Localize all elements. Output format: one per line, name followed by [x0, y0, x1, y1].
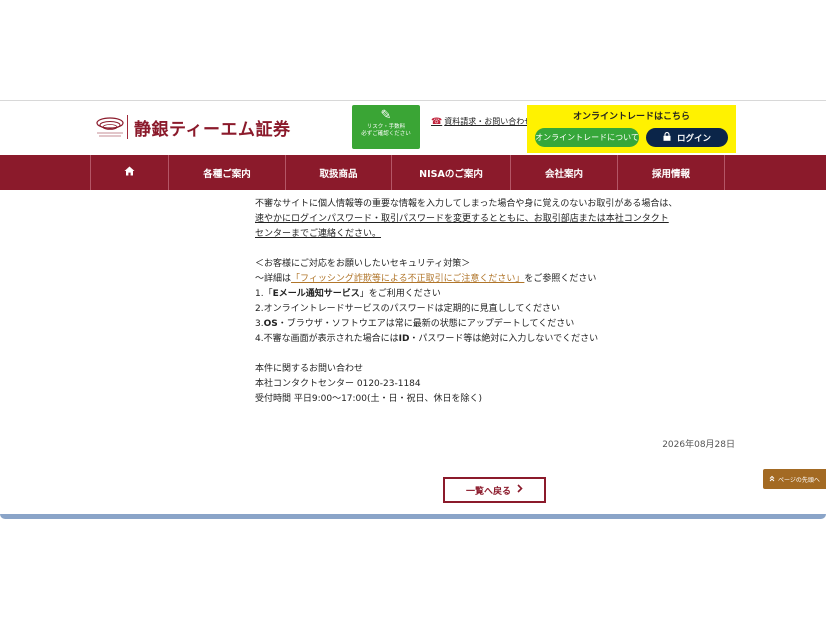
nav-item-label: 取扱商品: [319, 168, 358, 180]
nav-item-label: NISAのご案内: [419, 168, 483, 180]
online-trade-title: オンライントレードはこちら: [572, 112, 690, 122]
security-item-3: 3.OS・ブラウザ・ソフトウエアは常に最新の状態にアップデートしてください: [255, 317, 685, 332]
detail-line: ～詳細は「フィッシング詐欺等による不正取引にご注意ください」をご参照ください: [255, 272, 685, 287]
business-hours: 受付時間 平日9:00～17:00(土・日・祝日、休日を除く): [255, 394, 483, 404]
item-emphasis: ID: [398, 334, 410, 344]
shizugin-logo-icon: [95, 114, 124, 140]
inquiry-link[interactable]: ☎ 資料請求・お問い合わせ: [431, 116, 532, 127]
security-title: ＜お客様にご対応をお願いしたいセキュリティ対策＞: [255, 259, 471, 269]
browser-page: 静銀ティーエム証券 ✎ リスク・手数料 必ずご確認ください ☎ 資料請求・お問い…: [0, 100, 826, 519]
item-text: 1.「: [255, 289, 273, 299]
item-emphasis: Eメール通知サービス: [272, 289, 360, 299]
item-text: ・ブラウザ・ソフトウエアは常に最新の状態にアップデートしてください: [277, 319, 575, 329]
notice-line-underlined: 速やかにログインパスワード・取引パスワードを変更するとともに、お取引部店または本…: [255, 214, 669, 224]
item-emphasis: OS: [263, 319, 278, 329]
nav-item-label: 会社案内: [544, 168, 583, 180]
lock-icon: [663, 131, 671, 144]
article-body: 不審なサイトに個人情報等の重要な情報を入力してしまった場合や身に覚えのないお取引…: [255, 197, 685, 407]
page-top-label: ページの先頭へ: [778, 476, 820, 484]
nav-item-company[interactable]: 会社案内: [510, 155, 617, 190]
item-text: 4.不審な画面が表示された場合には: [255, 334, 399, 344]
contact-title: 本件に関するお問い合わせ: [255, 364, 364, 374]
item-text: ・パスワード等は絶対に入力しないでください: [409, 334, 599, 344]
back-to-list-button[interactable]: 一覧へ戻る: [443, 477, 546, 503]
nav-item-label: 採用情報: [651, 168, 690, 180]
item-text: 3.: [255, 319, 264, 329]
security-item-4: 4.不審な画面が表示された場合にはID・パスワード等は絶対に入力しないでください: [255, 332, 685, 347]
window-bottom-edge: [0, 514, 826, 519]
risk-button-line2: 必ずご確認ください: [361, 131, 411, 137]
home-icon: [124, 166, 135, 179]
back-to-list-label: 一覧へ戻る: [465, 486, 511, 497]
nav-item-products[interactable]: 取扱商品: [285, 155, 391, 190]
page-top-button[interactable]: ページの先頭へ: [763, 469, 826, 489]
phone-icon: ☎: [431, 116, 443, 127]
nav-item-label: 各種ご案内: [203, 168, 251, 180]
nav-home[interactable]: [90, 155, 168, 190]
main-nav: 各種ご案内 取扱商品 NISAのご案内 会社案内 採用情報: [0, 155, 826, 190]
item-text: 」をご利用ください: [359, 289, 441, 299]
notice-line: 不審なサイトに個人情報等の重要な情報を入力してしまった場合や身に覚えのないお取引…: [255, 199, 678, 209]
login-label: ログイン: [676, 133, 711, 144]
security-item-2: 2.オンライントレードサービスのパスワードは定期的に見直ししてください: [255, 304, 561, 314]
online-trade-about-label: オンライントレードについて: [535, 133, 639, 142]
security-item-1: 1.「Eメール通知サービス」をご利用ください: [255, 287, 685, 302]
brand-name: 静銀ティーエム証券: [134, 119, 291, 140]
phishing-warning-link[interactable]: 「フィッシング詐欺等による不正取引にご注意ください」: [291, 274, 524, 284]
publish-date: 2026年08月28日: [662, 440, 735, 450]
inquiry-link-label: 資料請求・お問い合わせ: [444, 117, 533, 126]
nav-item-nisa[interactable]: NISAのご案内: [391, 155, 510, 190]
detail-prefix: ～詳細は: [255, 274, 292, 284]
nav-item-recruit[interactable]: 採用情報: [617, 155, 725, 190]
risk-button-line1: リスク・手数料: [366, 124, 406, 130]
online-trade-about-button[interactable]: オンライントレードについて: [535, 128, 639, 147]
logo-separator: [127, 115, 128, 139]
detail-suffix: をご参照ください: [524, 274, 597, 284]
notice-line-underlined: センターまでご連絡ください。: [255, 229, 382, 239]
nav-item-guide[interactable]: 各種ご案内: [168, 155, 285, 190]
double-chevron-up-icon: [769, 475, 775, 484]
online-trade-box: オンライントレードはこちら オンライントレードについて ログイン: [527, 105, 736, 153]
contact-center: 本社コンタクトセンター 0120-23-1184: [255, 379, 421, 389]
brand-logo[interactable]: 静銀ティーエム証券: [95, 114, 290, 140]
login-button[interactable]: ログイン: [646, 128, 728, 147]
risk-fee-button[interactable]: ✎ リスク・手数料 必ずご確認ください: [352, 105, 420, 149]
document-pen-icon: ✎: [380, 108, 392, 123]
chevron-right-icon: [517, 484, 523, 496]
